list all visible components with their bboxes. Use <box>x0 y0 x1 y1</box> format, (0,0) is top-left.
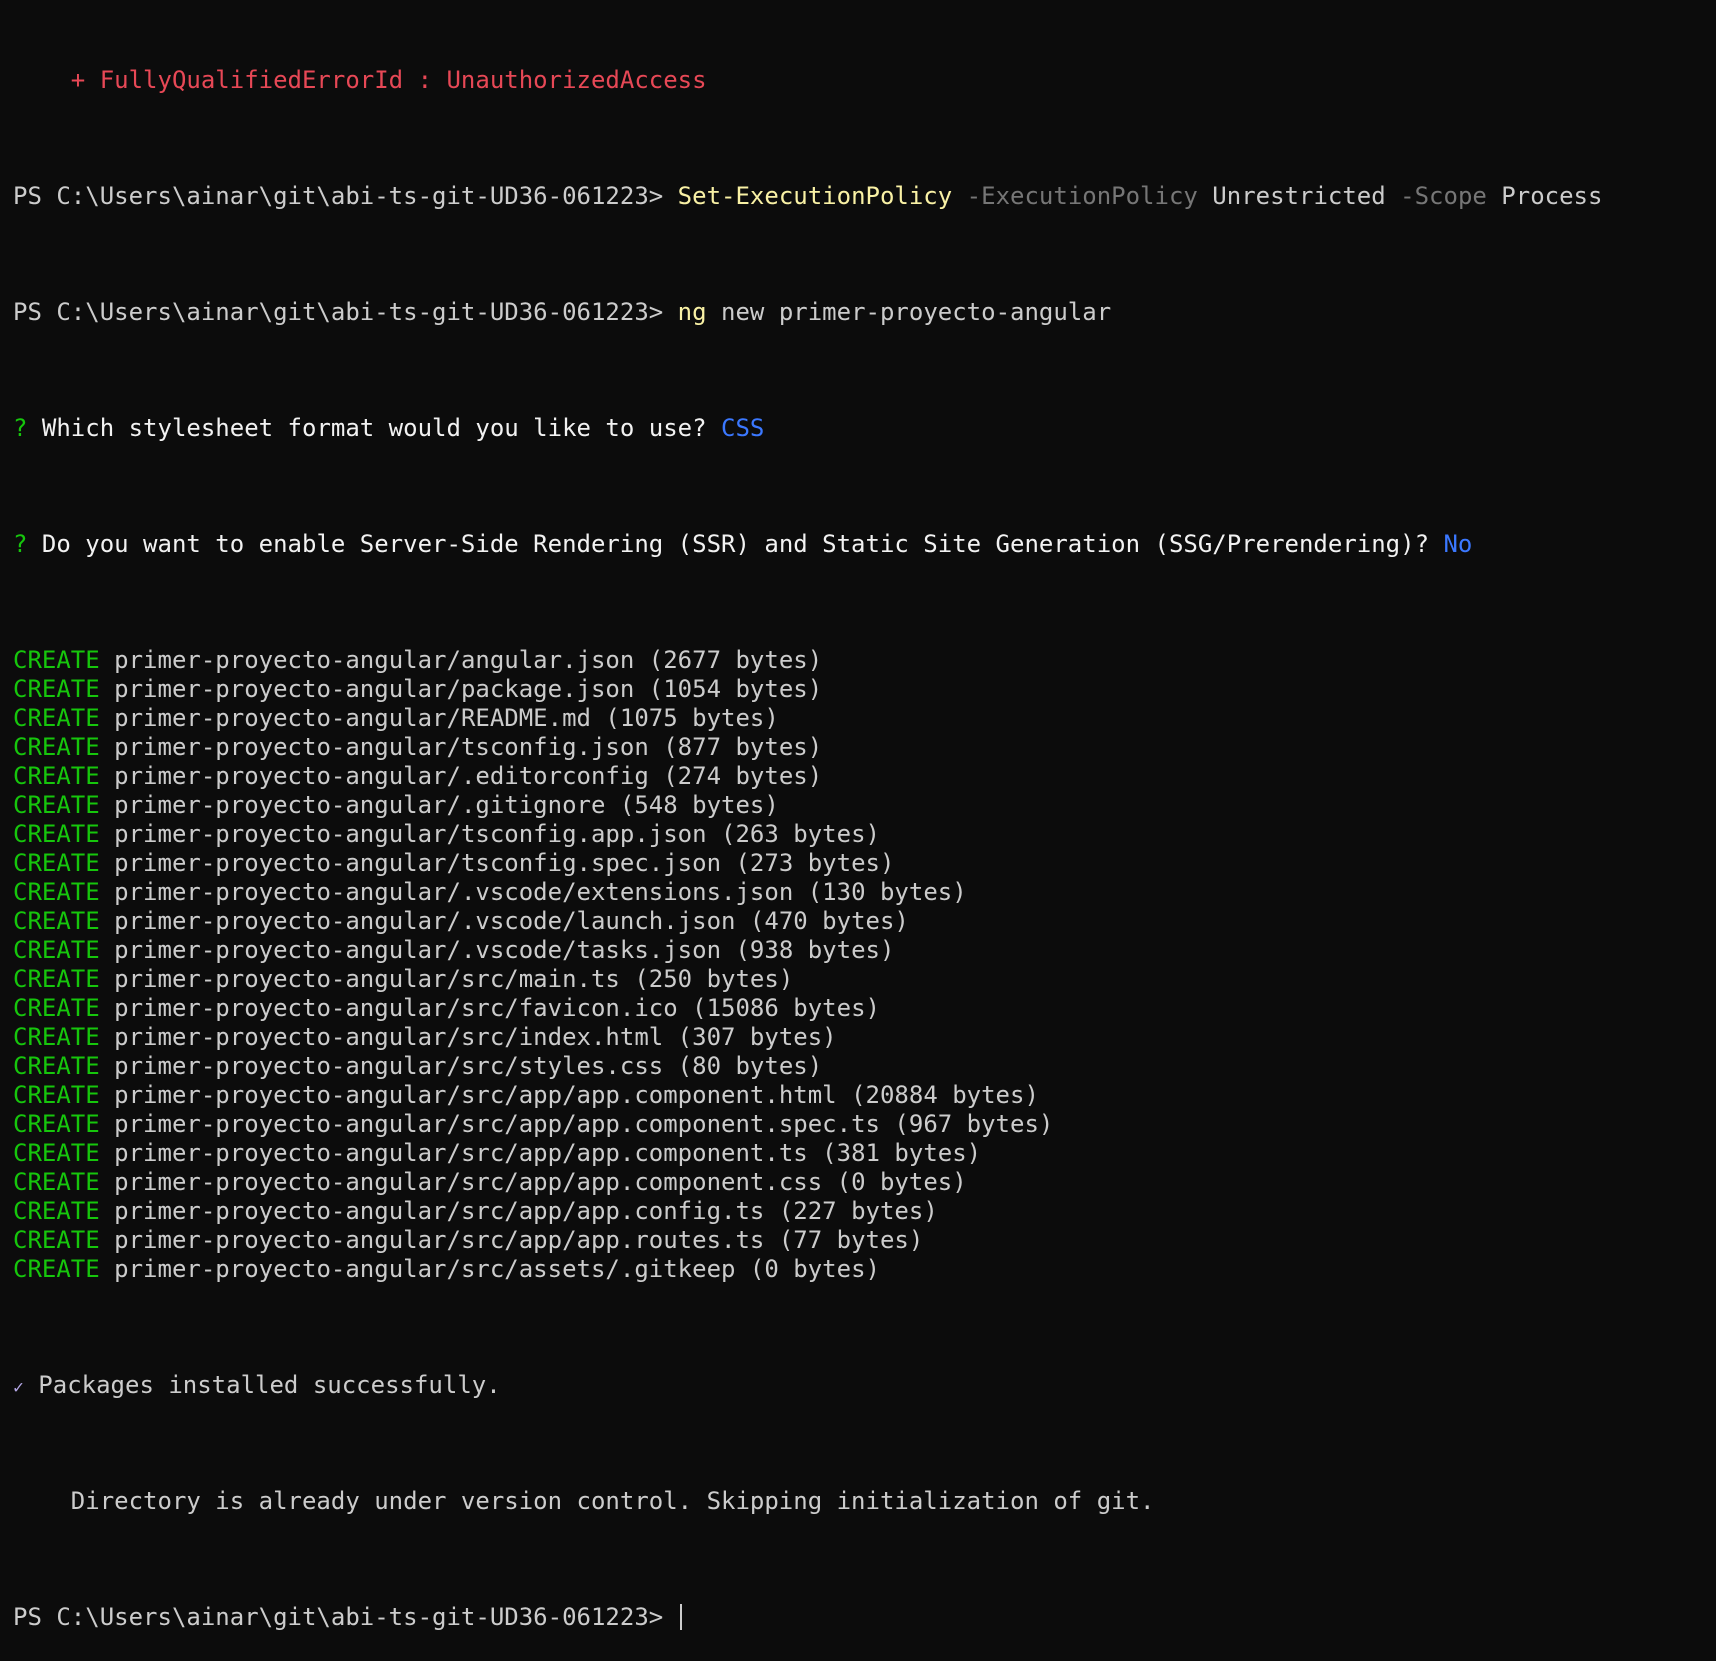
question-text: Which stylesheet format would you like t… <box>27 414 722 442</box>
create-label: CREATE <box>13 936 100 964</box>
question-mark: ? <box>13 530 28 558</box>
create-line: CREATE primer-proyecto-angular/.vscode/t… <box>13 936 1716 965</box>
create-line: CREATE primer-proyecto-angular/src/main.… <box>13 965 1716 994</box>
prompt-text: PS C:\Users\ainar\git\abi-ts-git-UD36-06… <box>13 298 678 326</box>
create-label: CREATE <box>13 1023 100 1051</box>
create-label: CREATE <box>13 907 100 935</box>
created-file-entry: primer-proyecto-angular/src/index.html (… <box>114 1023 837 1051</box>
question-stylesheet: ? Which stylesheet format would you like… <box>13 414 1716 443</box>
create-label: CREATE <box>13 878 100 906</box>
created-file-entry: primer-proyecto-angular/.gitignore (548 … <box>114 791 779 819</box>
error-text: + FullyQualifiedErrorId : UnauthorizedAc… <box>70 66 707 94</box>
create-label: CREATE <box>13 1139 100 1167</box>
command-line-ng-new: PS C:\Users\ainar\git\abi-ts-git-UD36-06… <box>13 298 1716 327</box>
created-file-entry: primer-proyecto-angular/src/app/app.conf… <box>114 1197 938 1225</box>
create-line: CREATE primer-proyecto-angular/src/app/a… <box>13 1168 1716 1197</box>
create-line: CREATE primer-proyecto-angular/src/app/a… <box>13 1110 1716 1139</box>
question-answer: No <box>1443 530 1473 558</box>
created-file-entry: primer-proyecto-angular/src/favicon.ico … <box>114 994 880 1022</box>
command-arg: new primer-proyecto-angular <box>706 298 1112 326</box>
checkmark-icon: ✓ <box>13 1377 24 1398</box>
create-label: CREATE <box>13 1197 100 1225</box>
create-line: CREATE primer-proyecto-angular/.gitignor… <box>13 791 1716 820</box>
created-files-list: CREATE primer-proyecto-angular/angular.j… <box>13 646 1716 1284</box>
created-file-entry: primer-proyecto-angular/angular.json (26… <box>114 646 823 674</box>
create-label: CREATE <box>13 733 100 761</box>
created-file-entry: primer-proyecto-angular/package.json (10… <box>114 675 823 703</box>
created-file-entry: primer-proyecto-angular/tsconfig.app.jso… <box>114 820 880 848</box>
create-label: CREATE <box>13 762 100 790</box>
create-line: CREATE primer-proyecto-angular/.vscode/e… <box>13 878 1716 907</box>
create-label: CREATE <box>13 1168 100 1196</box>
create-label: CREATE <box>13 1255 100 1283</box>
command-name: Set-ExecutionPolicy <box>677 182 953 210</box>
create-label: CREATE <box>13 791 100 819</box>
command-arg: Unrestricted <box>1197 182 1386 210</box>
command-param: -Scope <box>1385 182 1487 210</box>
question-mark: ? <box>13 414 28 442</box>
error-indent <box>13 66 71 94</box>
terminal-window[interactable]: + FullyQualifiedErrorId : UnauthorizedAc… <box>0 0 1716 1631</box>
create-label: CREATE <box>13 646 100 674</box>
create-label: CREATE <box>13 1226 100 1254</box>
create-line: CREATE primer-proyecto-angular/src/app/a… <box>13 1081 1716 1110</box>
create-label: CREATE <box>13 1052 100 1080</box>
created-file-entry: primer-proyecto-angular/src/main.ts (250… <box>114 965 794 993</box>
created-file-entry: primer-proyecto-angular/tsconfig.json (8… <box>114 733 823 761</box>
command-param: -ExecutionPolicy <box>952 182 1198 210</box>
created-file-entry: primer-proyecto-angular/src/styles.css (… <box>114 1052 823 1080</box>
create-line: CREATE primer-proyecto-angular/tsconfig.… <box>13 849 1716 878</box>
create-line: CREATE primer-proyecto-angular/package.j… <box>13 675 1716 704</box>
question-text: Do you want to enable Server-Side Render… <box>27 530 1444 558</box>
create-line: CREATE primer-proyecto-angular/.vscode/l… <box>13 907 1716 936</box>
create-line: CREATE primer-proyecto-angular/.editorco… <box>13 762 1716 791</box>
created-file-entry: primer-proyecto-angular/src/app/app.comp… <box>114 1139 982 1167</box>
create-line: CREATE primer-proyecto-angular/src/app/a… <box>13 1197 1716 1226</box>
create-line: CREATE primer-proyecto-angular/src/asset… <box>13 1255 1716 1284</box>
create-line: CREATE primer-proyecto-angular/tsconfig.… <box>13 820 1716 849</box>
create-label: CREATE <box>13 965 100 993</box>
create-line: CREATE primer-proyecto-angular/README.md… <box>13 704 1716 733</box>
created-file-entry: primer-proyecto-angular/.editorconfig (2… <box>114 762 823 790</box>
created-file-entry: primer-proyecto-angular/src/app/app.comp… <box>114 1110 1054 1138</box>
create-line: CREATE primer-proyecto-angular/src/app/a… <box>13 1226 1716 1255</box>
created-file-entry: primer-proyecto-angular/src/assets/.gitk… <box>114 1255 880 1283</box>
created-file-entry: primer-proyecto-angular/src/app/app.comp… <box>114 1081 1039 1109</box>
created-file-entry: primer-proyecto-angular/.vscode/launch.j… <box>114 907 909 935</box>
create-label: CREATE <box>13 704 100 732</box>
question-ssr: ? Do you want to enable Server-Side Rend… <box>13 530 1716 559</box>
create-line: CREATE primer-proyecto-angular/src/favic… <box>13 994 1716 1023</box>
text-cursor <box>679 1604 682 1630</box>
create-label: CREATE <box>13 675 100 703</box>
create-label: CREATE <box>13 1081 100 1109</box>
create-line: CREATE primer-proyecto-angular/src/index… <box>13 1023 1716 1052</box>
success-text: Packages installed successfully. <box>23 1371 501 1399</box>
success-line: ✓ Packages installed successfully. <box>13 1371 1716 1400</box>
command-name: ng <box>677 298 707 326</box>
prompt-text: PS C:\Users\ainar\git\abi-ts-git-UD36-06… <box>13 182 678 210</box>
current-prompt-line[interactable]: PS C:\Users\ainar\git\abi-ts-git-UD36-06… <box>13 1603 1716 1632</box>
create-line: CREATE primer-proyecto-angular/tsconfig.… <box>13 733 1716 762</box>
created-file-entry: primer-proyecto-angular/.vscode/extensio… <box>114 878 967 906</box>
git-message: Directory is already under version contr… <box>13 1487 1155 1515</box>
command-arg: Process <box>1486 182 1603 210</box>
create-line: CREATE primer-proyecto-angular/angular.j… <box>13 646 1716 675</box>
created-file-entry: primer-proyecto-angular/.vscode/tasks.js… <box>114 936 895 964</box>
created-file-entry: primer-proyecto-angular/src/app/app.comp… <box>114 1168 967 1196</box>
create-line: CREATE primer-proyecto-angular/src/app/a… <box>13 1139 1716 1168</box>
create-label: CREATE <box>13 994 100 1022</box>
created-file-entry: primer-proyecto-angular/README.md (1075 … <box>114 704 779 732</box>
question-answer: CSS <box>721 414 765 442</box>
create-label: CREATE <box>13 849 100 877</box>
create-label: CREATE <box>13 820 100 848</box>
create-line: CREATE primer-proyecto-angular/src/style… <box>13 1052 1716 1081</box>
create-label: CREATE <box>13 1110 100 1138</box>
created-file-entry: primer-proyecto-angular/src/app/app.rout… <box>114 1226 924 1254</box>
error-line: + FullyQualifiedErrorId : UnauthorizedAc… <box>13 66 1716 95</box>
prompt-text: PS C:\Users\ainar\git\abi-ts-git-UD36-06… <box>13 1603 678 1631</box>
created-file-entry: primer-proyecto-angular/tsconfig.spec.js… <box>114 849 895 877</box>
command-line-set-execution-policy: PS C:\Users\ainar\git\abi-ts-git-UD36-06… <box>13 182 1716 211</box>
